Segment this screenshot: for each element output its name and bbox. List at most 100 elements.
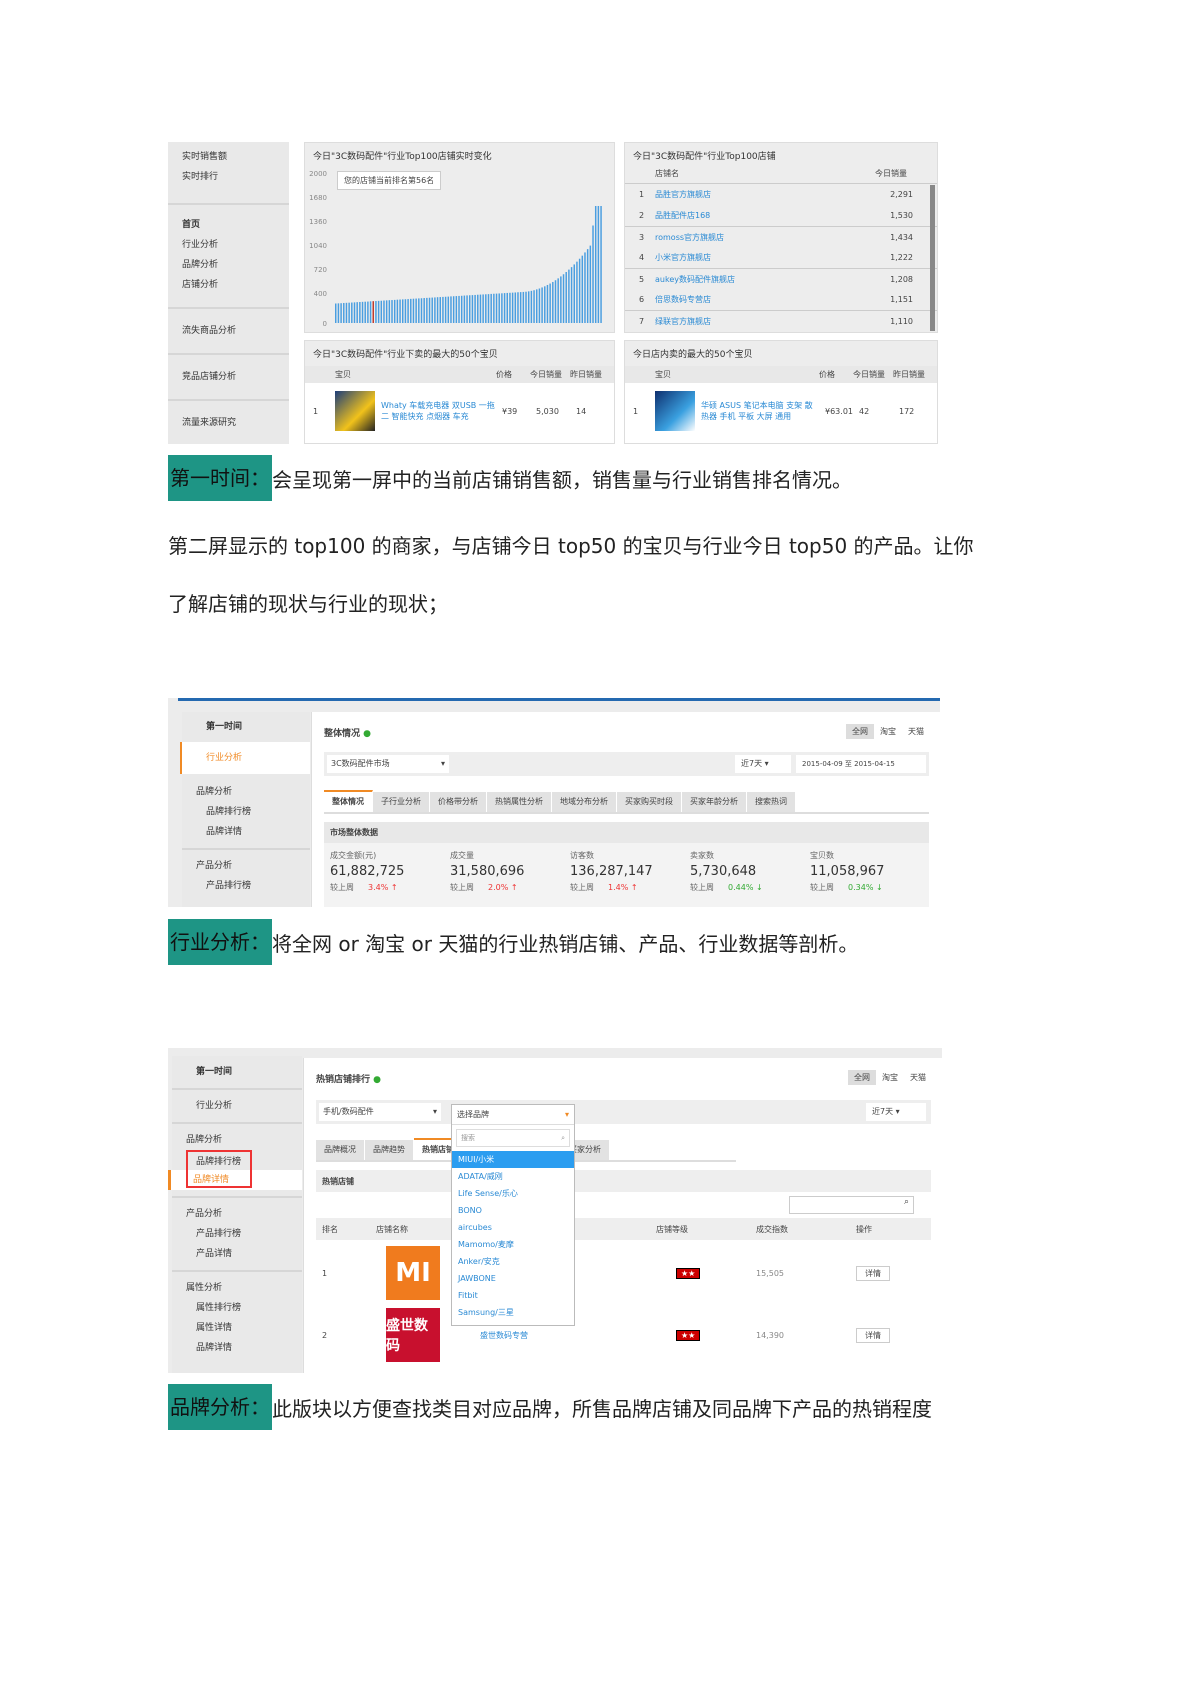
- scope-tmall[interactable]: 天猫: [904, 1070, 932, 1085]
- sidebar-item[interactable]: 第一时间: [182, 712, 310, 742]
- sidebar-item[interactable]: 产品排行榜: [182, 876, 310, 896]
- chart-bar[interactable]: [335, 303, 337, 324]
- shop-row[interactable]: 7 绿联官方旗舰店 1,110: [625, 310, 937, 331]
- chart-bar[interactable]: [576, 261, 578, 323]
- shop-link[interactable]: romoss官方旗舰店: [655, 227, 863, 247]
- item-row[interactable]: 1 华硕 ASUS 笔记本电脑 支架 散热器 手机 平板 大屏 通用 ¥63.0…: [625, 383, 937, 439]
- shop-link[interactable]: 盛世数码专营: [440, 1330, 656, 1341]
- sidebar-group[interactable]: 产品分析: [172, 1204, 302, 1224]
- chart-bar[interactable]: [359, 302, 361, 323]
- help-icon[interactable]: ●: [373, 1075, 381, 1085]
- sidebar-item[interactable]: 属性排行榜: [172, 1298, 302, 1318]
- sidebar-item[interactable]: 品牌分析: [168, 255, 289, 275]
- chart-bar[interactable]: [460, 295, 463, 323]
- scope-taobao[interactable]: 淘宝: [874, 724, 902, 739]
- chart-bar[interactable]: [402, 299, 404, 323]
- brand-option[interactable]: MIUI/小米: [452, 1151, 574, 1168]
- chart-bar[interactable]: [474, 294, 476, 323]
- chart-bar[interactable]: [428, 297, 431, 323]
- sidebar-item[interactable]: 行业分析: [172, 1090, 302, 1122]
- chart-bar[interactable]: [527, 291, 530, 323]
- help-icon[interactable]: ●: [363, 729, 371, 739]
- shop-link[interactable]: aukey数码配件旗舰店: [655, 269, 863, 289]
- chart-bar[interactable]: [426, 297, 428, 323]
- chart-bar[interactable]: [393, 299, 396, 323]
- chart-bar[interactable]: [345, 302, 348, 323]
- chart-bar[interactable]: [586, 249, 589, 323]
- brand-option[interactable]: ADATA/威刚: [452, 1168, 574, 1185]
- sidebar-group[interactable]: 品牌分析: [172, 1130, 302, 1150]
- chart-bar[interactable]: [509, 292, 511, 323]
- tab[interactable]: 买家购买时段: [617, 792, 682, 812]
- tab[interactable]: 品牌概况: [316, 1140, 365, 1160]
- brand-dropdown[interactable]: 选择品牌 ▾ 搜索 ⌕ MIUI/小米 ADATA/威刚 Life Sense/乐心 BO…: [451, 1104, 575, 1326]
- chart-bar[interactable]: [573, 264, 575, 323]
- chart-bar[interactable]: [493, 293, 495, 323]
- chart-bar[interactable]: [482, 294, 484, 323]
- chart-bar[interactable]: [364, 301, 366, 323]
- detail-button[interactable]: 详情: [856, 1265, 890, 1281]
- brand-option[interactable]: Samsung/三星: [452, 1304, 574, 1321]
- chart-bar[interactable]: [514, 292, 517, 323]
- date-range-input[interactable]: 2015-04-09 至 2015-04-15: [796, 755, 926, 773]
- chart-bar[interactable]: [434, 297, 436, 323]
- chart-bar[interactable]: [337, 303, 340, 323]
- chart-bar[interactable]: [552, 281, 554, 323]
- sidebar-item[interactable]: 流失商品分析: [168, 321, 289, 341]
- chart-bar[interactable]: [546, 284, 549, 323]
- shop-row[interactable]: 4 小米官方旗舰店 1,222: [625, 247, 937, 268]
- sidebar-item[interactable]: 实时排行: [168, 167, 289, 187]
- brand-option[interactable]: BONO: [452, 1202, 574, 1219]
- chart-bar[interactable]: [557, 278, 559, 323]
- scope-tmall[interactable]: 天猫: [902, 724, 930, 739]
- shop-link[interactable]: 倍思数码专营店: [655, 289, 863, 310]
- chart-bar[interactable]: [356, 302, 358, 323]
- sidebar-item[interactable]: 属性详情: [172, 1318, 302, 1338]
- brand-option[interactable]: Fitbit: [452, 1287, 574, 1304]
- detail-button[interactable]: 详情: [856, 1327, 890, 1343]
- chart-bar[interactable]: [538, 288, 541, 324]
- brand-option[interactable]: Mamomo/麦摩: [452, 1236, 574, 1253]
- chart-bar[interactable]: [377, 300, 380, 323]
- chart-bar[interactable]: [442, 296, 444, 323]
- tab[interactable]: 价格带分析: [430, 792, 487, 812]
- chart-bar[interactable]: [369, 301, 372, 323]
- chart-bar[interactable]: [340, 303, 342, 323]
- chart-bar[interactable]: [490, 293, 492, 323]
- item-row[interactable]: 1 Whaty 车载充电器 双USB 一拖二 智能快充 点烟器 车充 ¥39 5,…: [305, 383, 614, 439]
- chart-bar[interactable]: [410, 298, 412, 323]
- chart-bar[interactable]: [436, 297, 439, 323]
- chart-bar[interactable]: [458, 295, 460, 323]
- scrollbar[interactable]: [930, 185, 935, 331]
- brand-option[interactable]: aircubes: [452, 1219, 574, 1236]
- chart-bar[interactable]: [544, 286, 546, 323]
- sidebar-group[interactable]: 产品分析: [182, 856, 310, 876]
- sidebar-group[interactable]: 属性分析: [172, 1278, 302, 1298]
- chart-bar[interactable]: [594, 206, 597, 323]
- chart-bar[interactable]: [412, 298, 415, 323]
- category-select[interactable]: 手机/数码配件 ▾: [319, 1103, 441, 1121]
- tab[interactable]: 搜索热词: [747, 792, 796, 812]
- chart-bar[interactable]: [404, 299, 407, 323]
- chart-bar[interactable]: [498, 293, 500, 323]
- chart-bar[interactable]: [383, 300, 385, 324]
- chart-bar[interactable]: [536, 289, 538, 323]
- sidebar-item[interactable]: 品牌排行榜: [182, 802, 310, 822]
- chart-bar[interactable]: [560, 276, 562, 323]
- chart-bar[interactable]: [485, 294, 487, 323]
- shop-row[interactable]: 2 品胜配件店168 1,530: [625, 205, 937, 226]
- chart-bar[interactable]: [396, 299, 399, 323]
- sidebar-item[interactable]: 品牌排行榜: [186, 1150, 252, 1170]
- chart-bar[interactable]: [385, 300, 388, 323]
- item-link[interactable]: 华硕 ASUS 笔记本电脑 支架 散热器 手机 平板 大屏 通用: [695, 400, 825, 422]
- sidebar-item[interactable]: 首页: [168, 215, 289, 235]
- shop-link[interactable]: 小米官方旗舰店: [655, 247, 863, 268]
- chart-bar[interactable]: [455, 296, 458, 323]
- chart-bar[interactable]: [506, 292, 508, 323]
- chart-bar[interactable]: [351, 302, 353, 323]
- scope-all[interactable]: 全网: [846, 724, 874, 739]
- period-select[interactable]: 近7天 ▾: [866, 1103, 926, 1121]
- chart-bar[interactable]: [477, 294, 479, 323]
- chart-bar[interactable]: [495, 293, 498, 323]
- chart-bar[interactable]: [420, 298, 423, 323]
